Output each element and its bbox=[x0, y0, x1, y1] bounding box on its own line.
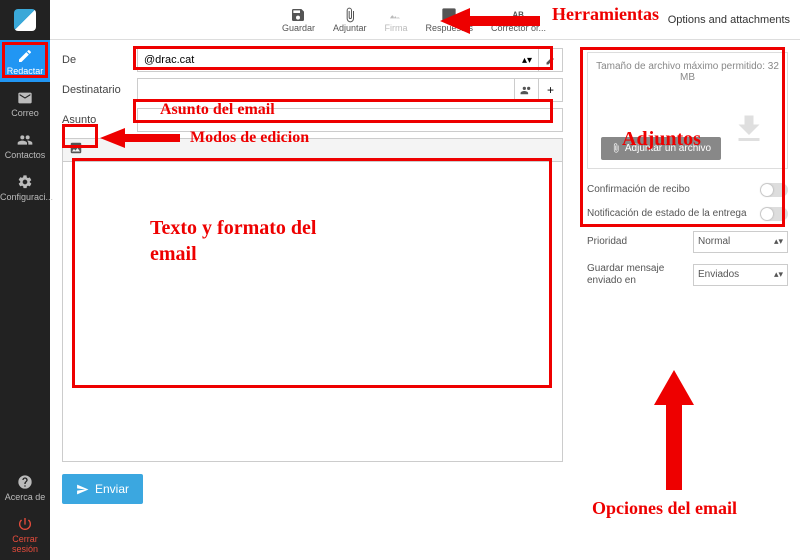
receipt-toggle[interactable] bbox=[760, 183, 788, 197]
priority-label: Prioridad bbox=[587, 236, 693, 248]
spellcheck-icon: AB bbox=[511, 7, 527, 23]
sidebar-item-about[interactable]: Acerca de bbox=[0, 466, 50, 508]
to-input[interactable] bbox=[137, 78, 515, 102]
spellcheck-label: Corrector or... bbox=[491, 23, 546, 33]
attach-label: Adjuntar bbox=[333, 23, 367, 33]
plus-icon: + bbox=[547, 83, 554, 97]
to-label: Destinatario bbox=[62, 84, 137, 96]
from-select[interactable]: @drac.cat ▴▾ bbox=[137, 48, 539, 72]
compose-area: De @drac.cat ▴▾ Destinatario + Asunto bbox=[50, 40, 575, 560]
signature-icon bbox=[388, 7, 404, 23]
gear-icon bbox=[17, 174, 33, 190]
paperclip-small-icon bbox=[611, 143, 621, 153]
save-label: Guardar bbox=[282, 23, 315, 33]
dsn-toggle[interactable] bbox=[760, 207, 788, 221]
select-arrows-icon: ▴▾ bbox=[522, 55, 532, 66]
subject-label: Asunto bbox=[62, 114, 137, 126]
sidebar-item-contacts[interactable]: Contactos bbox=[0, 124, 50, 166]
mail-icon bbox=[17, 90, 33, 106]
toolbar-more-button[interactable] bbox=[558, 10, 568, 30]
save-sent-label: Guardar mensaje enviado en bbox=[587, 263, 693, 287]
power-icon bbox=[17, 516, 33, 532]
toolbar: Guardar Adjuntar Firma Respuestas AB Cor… bbox=[50, 7, 800, 33]
from-label: De bbox=[62, 54, 137, 66]
pencil-icon bbox=[545, 54, 557, 66]
sidebar: Redactar Correo Contactos Configuraci...… bbox=[0, 40, 50, 560]
help-icon bbox=[17, 474, 33, 490]
attach-button[interactable]: Adjuntar bbox=[333, 7, 367, 33]
image-mode-button[interactable] bbox=[69, 141, 83, 160]
save-icon bbox=[290, 7, 306, 23]
app-logo bbox=[0, 0, 50, 40]
message-body-editor[interactable] bbox=[62, 162, 563, 462]
save-sent-select[interactable]: Enviados ▴▾ bbox=[693, 264, 788, 286]
download-tray-icon bbox=[724, 111, 774, 147]
subject-input[interactable] bbox=[137, 108, 563, 132]
priority-select[interactable]: Normal ▴▾ bbox=[693, 231, 788, 253]
chevron-down-icon bbox=[558, 10, 568, 20]
signature-label: Firma bbox=[385, 23, 408, 33]
editor-mode-bar bbox=[62, 138, 563, 162]
save-button[interactable]: Guardar bbox=[282, 7, 315, 33]
add-contact-button[interactable] bbox=[515, 78, 539, 102]
send-icon bbox=[76, 483, 89, 496]
spellcheck-button[interactable]: AB Corrector or... bbox=[491, 7, 546, 33]
dsn-label: Notificación de estado de la entrega bbox=[587, 208, 760, 220]
image-icon bbox=[69, 141, 83, 155]
options-attachments-label: Options and attachments bbox=[668, 14, 790, 26]
edit-identities-button[interactable] bbox=[539, 48, 563, 72]
speech-icon bbox=[441, 7, 457, 23]
receipt-label: Confirmación de recibo bbox=[587, 184, 760, 196]
max-size-hint: Tamaño de archivo máximo permitido: 32 M… bbox=[596, 61, 779, 83]
svg-text:AB: AB bbox=[512, 10, 524, 19]
contacts-icon bbox=[17, 132, 33, 148]
right-panel: Tamaño de archivo máximo permitido: 32 M… bbox=[575, 40, 800, 560]
add-recipient-button[interactable]: + bbox=[539, 78, 563, 102]
responses-button[interactable]: Respuestas bbox=[426, 7, 474, 33]
sidebar-item-compose[interactable]: Redactar bbox=[0, 40, 50, 82]
select-arrows-icon: ▴▾ bbox=[774, 269, 783, 280]
attach-file-button[interactable]: Adjuntar un archivo bbox=[601, 137, 721, 160]
paperclip-icon bbox=[342, 7, 358, 23]
send-button[interactable]: Enviar bbox=[62, 474, 143, 504]
sidebar-item-logout[interactable]: Cerrar sesión bbox=[0, 508, 50, 560]
contacts-small-icon bbox=[520, 84, 533, 97]
sidebar-item-mail[interactable]: Correo bbox=[0, 82, 50, 124]
attachments-box: Tamaño de archivo máximo permitido: 32 M… bbox=[587, 52, 788, 169]
compose-icon bbox=[17, 48, 33, 64]
select-arrows-icon: ▴▾ bbox=[774, 236, 783, 247]
sidebar-item-settings[interactable]: Configuraci... bbox=[0, 166, 50, 208]
signature-button[interactable]: Firma bbox=[385, 7, 408, 33]
responses-label: Respuestas bbox=[426, 23, 474, 33]
